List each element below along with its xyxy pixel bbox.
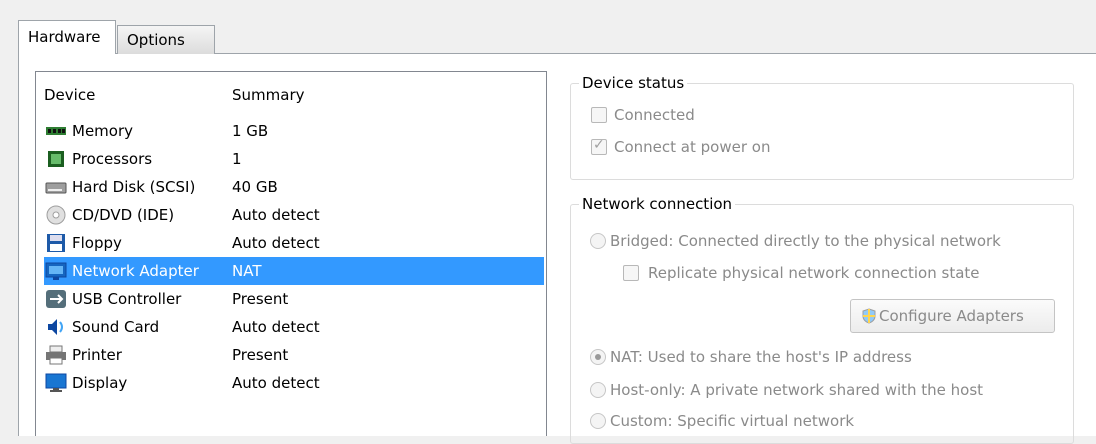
device-row-display[interactable]: Display Auto detect [36, 369, 544, 397]
replicate-label: Replicate physical network connection st… [648, 264, 980, 282]
device-summary: Auto detect [232, 206, 320, 224]
usb-icon [46, 290, 66, 308]
custom-label: Custom: Specific virtual network [610, 412, 855, 430]
connect-at-power-on-label: Connect at power on [614, 138, 771, 156]
bridged-label: Bridged: Connected directly to the physi… [610, 232, 1001, 250]
device-name: USB Controller [72, 290, 182, 308]
device-status-title: Device status [579, 73, 688, 93]
device-row-network-adapter[interactable]: Network Adapter NAT [44, 257, 544, 285]
device-row-processors[interactable]: Processors 1 [36, 145, 544, 173]
device-row-floppy[interactable]: Floppy Auto detect [36, 229, 544, 257]
column-header-summary[interactable]: Summary [232, 81, 305, 109]
floppy-icon [47, 234, 65, 252]
host-only-label: Host-only: A private network shared with… [610, 381, 984, 399]
display-icon [45, 373, 67, 392]
device-summary: Auto detect [232, 234, 320, 252]
device-list[interactable]: Device Summary Memory 1 GB Processors 1 … [35, 71, 547, 436]
device-summary: NAT [232, 262, 262, 280]
bridged-radio[interactable] [590, 233, 606, 249]
device-summary: 1 [232, 150, 242, 168]
cd-dvd-icon [46, 205, 66, 225]
network-adapter-icon [45, 262, 67, 280]
device-row-printer[interactable]: Printer Present [36, 341, 544, 369]
sound-card-icon [48, 319, 63, 335]
configure-adapters-label: Configure Adapters [879, 307, 1024, 325]
shield-icon [862, 308, 876, 324]
connected-checkbox[interactable] [591, 107, 607, 123]
device-status-group: Device status [570, 73, 1074, 180]
replicate-checkbox[interactable] [623, 265, 639, 281]
custom-radio[interactable] [590, 413, 606, 429]
hard-disk-icon [45, 182, 67, 194]
memory-icon [46, 127, 66, 135]
device-summary: 40 GB [232, 178, 278, 196]
device-name: Processors [72, 150, 153, 168]
device-name: Network Adapter [72, 262, 199, 280]
device-row-memory[interactable]: Memory 1 GB [36, 117, 544, 145]
device-name: Floppy [72, 234, 122, 252]
printer-icon [46, 345, 66, 365]
device-name: Display [72, 374, 128, 392]
device-name: Memory [72, 122, 134, 140]
device-row-cd-dvd[interactable]: CD/DVD (IDE) Auto detect [36, 201, 544, 229]
device-row-hard-disk[interactable]: Hard Disk (SCSI) 40 GB [36, 173, 544, 201]
device-name: Sound Card [72, 318, 160, 336]
column-header-device[interactable]: Device [44, 81, 95, 109]
configure-adapters-button[interactable]: Configure Adapters [850, 299, 1055, 333]
tab-options[interactable]: Options [117, 25, 215, 54]
device-row-sound-card[interactable]: Sound Card Auto detect [36, 313, 544, 341]
connect-at-power-on-checkbox[interactable] [591, 137, 607, 155]
tab-hardware[interactable]: Hardware [18, 20, 116, 54]
network-connection-title: Network connection [579, 194, 736, 214]
nat-label: NAT: Used to share the host's IP address [610, 348, 912, 366]
device-row-usb-controller[interactable]: USB Controller Present [36, 285, 544, 313]
device-summary: Auto detect [232, 374, 320, 392]
device-summary: 1 GB [232, 122, 269, 140]
host-only-radio[interactable] [590, 382, 606, 398]
device-summary: Present [232, 290, 289, 308]
device-summary: Present [232, 346, 289, 364]
device-name: Printer [72, 346, 122, 364]
processor-icon [48, 151, 64, 167]
nat-radio[interactable] [590, 349, 606, 365]
device-name: CD/DVD (IDE) [72, 206, 175, 224]
connected-label: Connected [614, 106, 695, 124]
device-list-header: Device Summary [36, 81, 546, 109]
device-name: Hard Disk (SCSI) [72, 178, 196, 196]
device-summary: Auto detect [232, 318, 320, 336]
